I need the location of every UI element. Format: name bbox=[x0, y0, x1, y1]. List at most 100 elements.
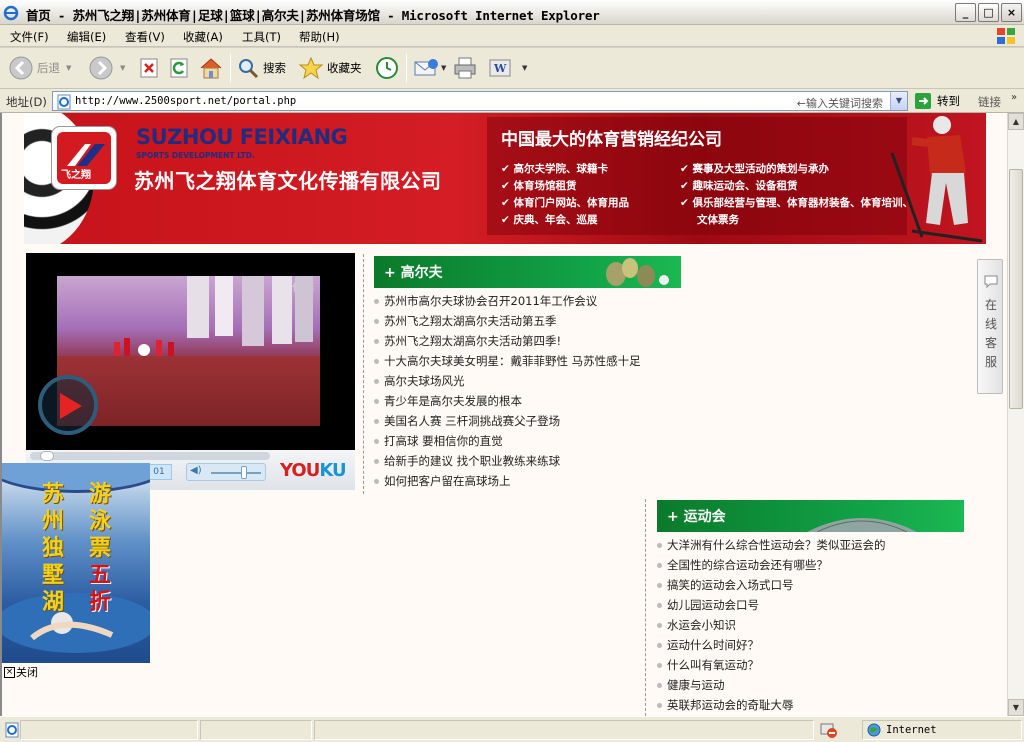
links-button[interactable]: 链接 bbox=[978, 94, 1001, 110]
sports-news-item[interactable]: 幼儿园运动会口号 bbox=[657, 597, 759, 613]
print-button[interactable] bbox=[452, 54, 478, 82]
mail-button[interactable]: ▼ bbox=[413, 54, 446, 82]
stadium-image bbox=[807, 518, 917, 532]
company-slogan: 中国最大的体育营销经纪公司 bbox=[501, 130, 722, 150]
golf-news-item[interactable]: 高尔夫球场风光 bbox=[374, 373, 465, 389]
search-icon bbox=[239, 59, 259, 79]
sports-news-item[interactable]: 水运会小知识 bbox=[657, 617, 736, 633]
blocked-popup-icon[interactable] bbox=[820, 721, 838, 739]
golf-news-item[interactable]: 青少年是高尔夫发展的根本 bbox=[374, 393, 522, 409]
page-status-icon bbox=[5, 722, 19, 738]
logo-text: 飞之翔 bbox=[61, 170, 91, 181]
close-ad-button[interactable]: × 关闭 bbox=[4, 664, 38, 680]
volume-slider[interactable]: ◀) bbox=[186, 463, 266, 481]
scroll-up-icon[interactable]: ▲ bbox=[1008, 113, 1024, 130]
favorites-button[interactable]: 收藏夹 bbox=[298, 54, 362, 82]
sports-news-item[interactable]: 搞笑的运动会入场式口号 bbox=[657, 577, 794, 593]
refresh-button[interactable] bbox=[168, 54, 190, 82]
golf-news-item[interactable]: 如何把客户留在高球场上 bbox=[374, 473, 511, 489]
progress-bar[interactable] bbox=[30, 451, 270, 461]
golf-news-item[interactable]: 苏州飞之翔太湖高尔夫活动第四季! bbox=[374, 333, 561, 349]
golf-section-header[interactable]: + 高尔夫 bbox=[374, 256, 681, 288]
service-item: ✔ 体育场馆租赁 bbox=[501, 180, 577, 192]
menu-file[interactable]: 文件(F) bbox=[10, 29, 49, 45]
chat-bubble-icon bbox=[984, 275, 998, 288]
back-dropdown-icon[interactable]: ▼ bbox=[66, 64, 71, 72]
page-icon bbox=[57, 94, 71, 110]
video-people-image bbox=[187, 276, 313, 346]
golf-news-item[interactable]: 给新手的建议 找个职业教练来练球 bbox=[374, 453, 560, 469]
golf-news-item[interactable]: 苏州飞之翔太湖高尔夫活动第五季 bbox=[374, 313, 557, 329]
links-chevron-icon[interactable]: » bbox=[1011, 92, 1017, 103]
ad-text-col2: 游泳票 五折 bbox=[88, 481, 111, 615]
go-button[interactable]: 转到 bbox=[914, 91, 960, 111]
menu-favorites[interactable]: 收藏(A) bbox=[183, 29, 223, 45]
search-button[interactable]: 搜索 bbox=[236, 54, 286, 82]
company-logo[interactable]: 飞之翔 bbox=[52, 127, 116, 189]
history-button[interactable] bbox=[374, 54, 400, 82]
sports-section-header[interactable]: + 运动会 bbox=[657, 500, 964, 532]
toolbar-separator bbox=[230, 54, 231, 82]
menu-view[interactable]: 查看(V) bbox=[125, 29, 165, 45]
menu-edit[interactable]: 编辑(E) bbox=[67, 29, 106, 45]
address-input[interactable]: http://www.2500sport.net/portal.php ←输入关… bbox=[52, 91, 908, 111]
golf-news-item[interactable]: 十大高尔夫球美女明星：戴菲菲野性 马苏性感十足 bbox=[374, 353, 641, 369]
vertical-scrollbar[interactable]: ▲ ▼ bbox=[1007, 113, 1024, 716]
window-title: 首页 - 苏州飞之翔|苏州体育|足球|篮球|高尔夫|苏州体育场馆 - Micro… bbox=[26, 8, 600, 23]
toolbar-separator bbox=[406, 54, 407, 82]
service-item: ✔ 体育门户网站、体育用品 bbox=[501, 197, 629, 209]
status-zone: Internet bbox=[862, 720, 1022, 740]
video-floor bbox=[57, 356, 320, 426]
menu-help[interactable]: 帮助(H) bbox=[299, 29, 340, 45]
forward-button[interactable]: ▼ bbox=[88, 54, 125, 82]
edit-dropdown-icon[interactable]: ▼ bbox=[522, 64, 527, 72]
address-label: 地址(D) bbox=[6, 95, 47, 109]
sports-news-item[interactable]: 全国性的综合运动会还有哪些？ bbox=[657, 557, 828, 573]
sports-news-item[interactable]: 健康与运动 bbox=[657, 677, 725, 693]
minimize-button[interactable]: _ bbox=[955, 3, 976, 22]
close-button[interactable]: × bbox=[1001, 3, 1022, 22]
service-item: ✔ 庆典、年会、巡展 bbox=[501, 214, 598, 226]
forward-arrow-icon bbox=[89, 56, 113, 80]
status-cell bbox=[200, 720, 312, 740]
mail-dropdown-icon[interactable]: ▼ bbox=[441, 64, 446, 72]
forward-dropdown-icon[interactable]: ▼ bbox=[120, 64, 125, 72]
close-ad-icon: × bbox=[4, 666, 15, 678]
stop-icon bbox=[140, 58, 158, 78]
services-panel: 中国最大的体育营销经纪公司 ✔ 高尔夫学院、球籍卡 ✔ 体育场馆租赁 ✔ 体育门… bbox=[487, 117, 913, 235]
address-dropdown-icon[interactable]: ▼ bbox=[890, 92, 907, 110]
column-divider bbox=[645, 499, 646, 716]
mail-icon bbox=[414, 59, 438, 76]
online-service-button[interactable]: 在线客服 bbox=[977, 259, 1003, 394]
sports-news-item[interactable]: 运动什么时间好？ bbox=[657, 637, 759, 653]
word-edit-icon: W bbox=[489, 59, 511, 77]
toolbar: 后退 ▼ ▼ 搜索 收藏夹 ▼ W ▼ bbox=[0, 48, 1024, 89]
menu-tools[interactable]: 工具(T) bbox=[242, 29, 281, 45]
favorites-star-icon bbox=[298, 56, 324, 80]
company-english-name: SUZHOU FEIXIANG bbox=[136, 125, 348, 149]
home-button[interactable] bbox=[198, 54, 224, 82]
sports-news-item[interactable]: 英联邦运动会的奇耻大辱 bbox=[657, 697, 794, 713]
edit-word-button[interactable]: W ▼ bbox=[488, 54, 527, 82]
search-label: 搜索 bbox=[263, 61, 286, 75]
video-cones-image bbox=[114, 338, 174, 356]
scroll-thumb[interactable] bbox=[1009, 169, 1023, 409]
online-service-label: 在线客服 bbox=[984, 298, 997, 369]
sports-news-item[interactable]: 什么叫有氧运动？ bbox=[657, 657, 759, 673]
back-button[interactable]: 后退 ▼ bbox=[8, 54, 71, 82]
scroll-down-icon[interactable]: ▼ bbox=[1008, 699, 1024, 716]
play-button[interactable] bbox=[38, 375, 98, 435]
golf-news-item[interactable]: 打高球 要相信你的直觉 bbox=[374, 433, 503, 449]
golf-news-item[interactable]: 苏州市高尔夫球协会召开2011年工作会议 bbox=[374, 293, 597, 309]
floating-ad[interactable]: 苏州独墅湖 游泳票 五折 bbox=[2, 463, 150, 663]
volume-icon[interactable]: ◀) bbox=[190, 465, 202, 476]
stop-button[interactable] bbox=[138, 54, 160, 82]
keyword-search-hint[interactable]: ←输入关键词搜索 bbox=[797, 95, 883, 111]
status-bar: Internet bbox=[0, 716, 1024, 742]
golf-news-item[interactable]: 美国名人赛 三杆洞挑战赛父子登场 bbox=[374, 413, 560, 429]
maximize-button[interactable]: □ bbox=[978, 3, 999, 22]
home-icon bbox=[200, 58, 222, 79]
video-player[interactable]: 优酷 01 ◀) YOUKU bbox=[26, 253, 355, 490]
sports-news-item[interactable]: 大洋洲有什么综合性运动会？类似亚运会的 bbox=[657, 537, 886, 553]
service-item: ✔ 俱乐部经营与管理、体育器材装备、体育培训、 bbox=[680, 197, 913, 209]
